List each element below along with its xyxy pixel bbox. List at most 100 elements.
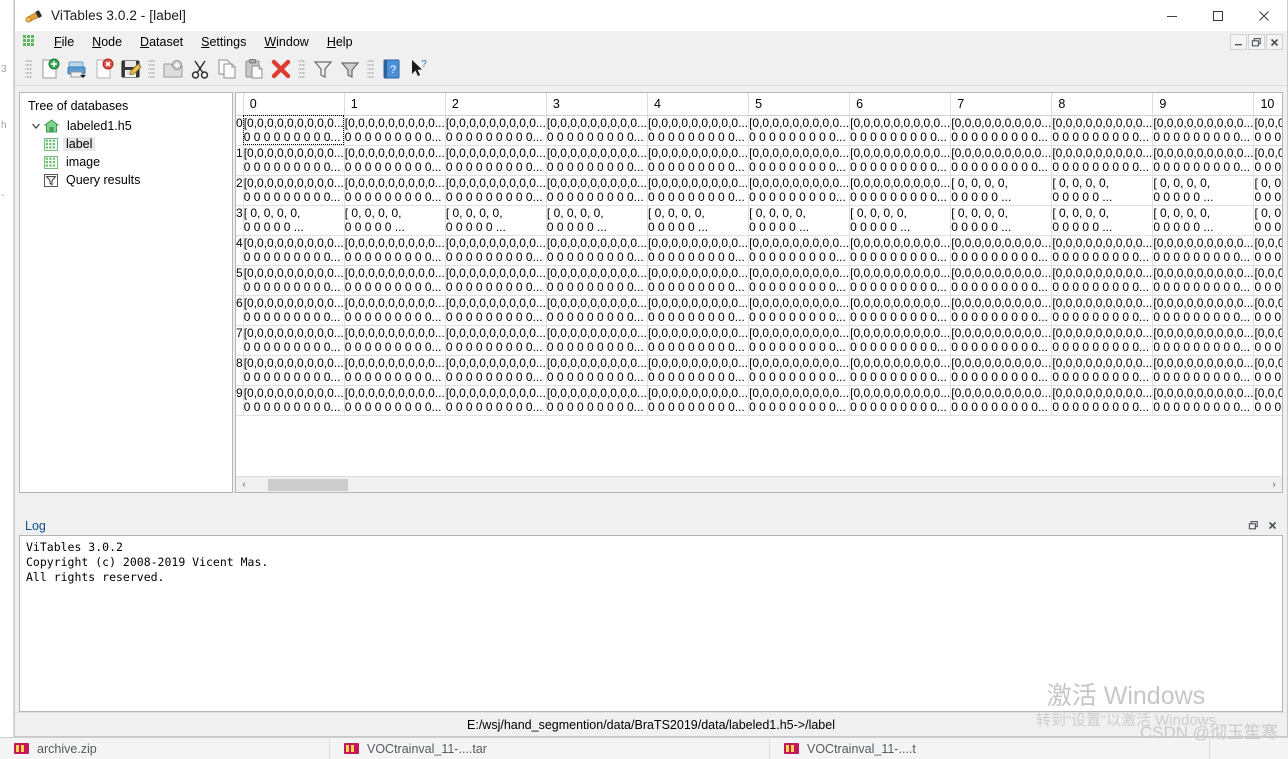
copy-button[interactable]: [213, 56, 240, 83]
scrollbar-thumb[interactable]: [268, 478, 348, 491]
table-cell[interactable]: [ 0, 0, 0, 0,0 0 0 0 0 ...: [1051, 175, 1154, 206]
table-cell[interactable]: [0,0,0,0,0,0,0,0,0...0 0 0 0 0 0 0 0 0..…: [1152, 265, 1255, 296]
new-group-button[interactable]: [159, 56, 186, 83]
table-cell[interactable]: [0,0,0,0,0,0,0,0,0...0 0 0 0 0 0 0 0 0..…: [243, 145, 345, 176]
table-cell[interactable]: [0,0,0,0,0,0,0,0,0...0 0 0 0 0 0 0 0 0..…: [445, 235, 547, 266]
menu-help[interactable]: Help: [318, 33, 362, 51]
table-cell[interactable]: [0,0,0,0,0,0,0,0,0...0 0 0 0 0 0 0 0 0..…: [445, 145, 547, 176]
toolbar-handle[interactable]: [25, 58, 32, 80]
row-header-3[interactable]: 3: [236, 205, 244, 236]
table-cell[interactable]: [0,0,0,0,0,0,0,0,0...0 0 0 0 0 0 0 0 0..…: [546, 175, 649, 206]
download-item[interactable]: VOCtrainval_11-....t: [770, 737, 1210, 759]
table-cell[interactable]: [0,0,0,0,0,0,0,0,0...0 0 0 0 0 0 0 0 0..…: [950, 235, 1053, 266]
table-cell[interactable]: [0,0,0,0,0,0,0,0,0...0 0 0 0 0 0 0 0 0..…: [445, 295, 547, 326]
table-cell[interactable]: [0,0,0,0,0,0,0,0,0...0 0 0 0 0 0 0 0 0..…: [344, 175, 446, 206]
table-cell[interactable]: [0,0,0,0,0,0,0,0,0...0 0 0 0 0 0 0 0 0..…: [344, 355, 446, 386]
table-cell[interactable]: [ 0, 0, 0, 0,0 0 0 0 0 ...: [243, 205, 345, 236]
table-cell[interactable]: [0,0,0,0,0,0,0,0,0...0 0 0 0 0 0 0 0 0..…: [546, 235, 649, 266]
table-cell[interactable]: [0,0,0,0,0,0,0,0,0...0 0 0 0 0 0 0 0 0..…: [445, 355, 547, 386]
whats-this-button[interactable]: ?: [405, 56, 432, 83]
table-cell[interactable]: [0,0,0,0,0,0,0,0,0...0 0 0 0 0 0 0 0 0..…: [647, 355, 750, 386]
table-cell[interactable]: [0,0,0,0,0,0,0,0,0...0 0 0 0 0 0 0 0 0..…: [647, 115, 750, 146]
table-cell[interactable]: [0,0,0,0,0,0,0,0,0...0 0 0 0 0 0 0 0 0..…: [1152, 115, 1255, 146]
table-cell[interactable]: [0,0,0,0,0,0,0,0,0...0 0 0 0 0 0 0 0 0..…: [849, 325, 952, 356]
help-button[interactable]: ?: [378, 56, 405, 83]
table-cell[interactable]: [ 0, 0, 0, 0,0 0 0 0 0 ...: [1051, 205, 1154, 236]
minimize-button[interactable]: [1149, 0, 1195, 31]
column-header-2[interactable]: 2: [445, 93, 547, 116]
table-cell[interactable]: [0,0,0,0,0,0,0,0,0...0 0 0 0 0 0 0 0 0..…: [1152, 235, 1255, 266]
table-cell[interactable]: [0,0,0,0,0,0,0,0,0...0 0 0 0 0 0 0 0 0..…: [243, 235, 345, 266]
tree-item-image-dataset[interactable]: image: [28, 153, 232, 171]
table-cell[interactable]: [0,0,0,0,0,0,0,0,0...0 0 0 0 0 0 0 0 0..…: [849, 265, 952, 296]
table-cell[interactable]: [0,0,0,0,0,0,0,0,0...0 0 0 0 0 0 0 0 0..…: [1051, 145, 1154, 176]
table-cell[interactable]: [0,0,0,0,0,0,0,0,0...0 0 0 0 0 0 0 0 0..…: [647, 175, 750, 206]
cut-button[interactable]: [186, 56, 213, 83]
table-cell[interactable]: [0,0,0,0,0,0,0,0,0...0 0 0 0 0 0 0 0 0..…: [849, 175, 952, 206]
table-cell[interactable]: [0,0,0,0,0,0,0,0,0...0 0 0 0 0 0 0 0 0..…: [1253, 325, 1282, 356]
column-header-10[interactable]: 10: [1253, 93, 1282, 116]
table-cell[interactable]: [0,0,0,0,0,0,0,0,0...0 0 0 0 0 0 0 0 0..…: [647, 145, 750, 176]
table-cell[interactable]: [0,0,0,0,0,0,0,0,0...0 0 0 0 0 0 0 0 0..…: [445, 265, 547, 296]
table-cell[interactable]: [0,0,0,0,0,0,0,0,0...0 0 0 0 0 0 0 0 0..…: [748, 115, 851, 146]
table-cell[interactable]: [0,0,0,0,0,0,0,0,0...0 0 0 0 0 0 0 0 0..…: [748, 355, 851, 386]
table-cell[interactable]: [0,0,0,0,0,0,0,0,0...0 0 0 0 0 0 0 0 0..…: [243, 115, 345, 146]
table-cell[interactable]: [0,0,0,0,0,0,0,0,0...0 0 0 0 0 0 0 0 0..…: [1051, 355, 1154, 386]
table-cell[interactable]: [ 0, 0, 0, 0,0 0 0 0 0 ...: [849, 205, 952, 236]
table-cell[interactable]: [0,0,0,0,0,0,0,0,0...0 0 0 0 0 0 0 0 0..…: [748, 175, 851, 206]
menu-file[interactable]: File: [45, 33, 83, 51]
table-cell[interactable]: [0,0,0,0,0,0,0,0,0...0 0 0 0 0 0 0 0 0..…: [1152, 145, 1255, 176]
table-cell[interactable]: [ 0, 0, 0, 0,0 0 0 0 0 ...: [950, 205, 1053, 236]
column-header-8[interactable]: 8: [1051, 93, 1154, 116]
mdi-restore-button[interactable]: [1248, 34, 1265, 50]
table-cell[interactable]: [0,0,0,0,0,0,0,0,0...0 0 0 0 0 0 0 0 0..…: [1051, 385, 1154, 416]
row-header-4[interactable]: 4: [236, 235, 244, 266]
row-header-9[interactable]: 9: [236, 385, 244, 416]
table-cell[interactable]: [0,0,0,0,0,0,0,0,0...0 0 0 0 0 0 0 0 0..…: [1051, 265, 1154, 296]
table-cell[interactable]: [0,0,0,0,0,0,0,0,0...0 0 0 0 0 0 0 0 0..…: [748, 145, 851, 176]
table-cell[interactable]: [0,0,0,0,0,0,0,0,0...0 0 0 0 0 0 0 0 0..…: [849, 355, 952, 386]
column-header-5[interactable]: 5: [748, 93, 851, 116]
table-cell[interactable]: [0,0,0,0,0,0,0,0,0...0 0 0 0 0 0 0 0 0..…: [950, 145, 1053, 176]
table-cell[interactable]: [0,0,0,0,0,0,0,0,0...0 0 0 0 0 0 0 0 0..…: [647, 295, 750, 326]
table-cell[interactable]: [0,0,0,0,0,0,0,0,0...0 0 0 0 0 0 0 0 0..…: [950, 265, 1053, 296]
maximize-button[interactable]: [1195, 0, 1241, 31]
table-cell[interactable]: [0,0,0,0,0,0,0,0,0...0 0 0 0 0 0 0 0 0..…: [344, 325, 446, 356]
table-cell[interactable]: [0,0,0,0,0,0,0,0,0...0 0 0 0 0 0 0 0 0..…: [1051, 115, 1154, 146]
table-cell[interactable]: [0,0,0,0,0,0,0,0,0...0 0 0 0 0 0 0 0 0..…: [243, 295, 345, 326]
table-cell[interactable]: [0,0,0,0,0,0,0,0,0...0 0 0 0 0 0 0 0 0..…: [748, 295, 851, 326]
table-cell[interactable]: [0,0,0,0,0,0,0,0,0...0 0 0 0 0 0 0 0 0..…: [748, 265, 851, 296]
new-file-button[interactable]: [36, 56, 63, 83]
table-cell[interactable]: [0,0,0,0,0,0,0,0,0...0 0 0 0 0 0 0 0 0..…: [1051, 295, 1154, 326]
table-cell[interactable]: [0,0,0,0,0,0,0,0,0...0 0 0 0 0 0 0 0 0..…: [546, 355, 649, 386]
menu-node[interactable]: Node: [83, 33, 131, 51]
log-float-button[interactable]: [1245, 517, 1262, 533]
toolbar-handle[interactable]: [367, 58, 374, 80]
table-cell[interactable]: [ 0, 0, 0, 0,0 0 0 0 0 ...: [1152, 175, 1255, 206]
column-header-0[interactable]: 0: [243, 93, 345, 116]
table-cell[interactable]: [0,0,0,0,0,0,0,0,0...0 0 0 0 0 0 0 0 0..…: [1253, 145, 1282, 176]
table-cell[interactable]: [0,0,0,0,0,0,0,0,0...0 0 0 0 0 0 0 0 0..…: [1152, 355, 1255, 386]
table-cell[interactable]: [ 0, 0, 0, 0,0 0 0 0 0 ...: [647, 205, 750, 236]
row-header-7[interactable]: 7: [236, 325, 244, 356]
row-header-0[interactable]: 0: [236, 115, 244, 146]
paste-button[interactable]: [240, 56, 267, 83]
table-cell[interactable]: [0,0,0,0,0,0,0,0,0...0 0 0 0 0 0 0 0 0..…: [950, 325, 1053, 356]
close-file-button[interactable]: [90, 56, 117, 83]
table-cell[interactable]: [0,0,0,0,0,0,0,0,0...0 0 0 0 0 0 0 0 0..…: [1152, 295, 1255, 326]
table-cell[interactable]: [0,0,0,0,0,0,0,0,0...0 0 0 0 0 0 0 0 0..…: [748, 385, 851, 416]
table-cell[interactable]: [0,0,0,0,0,0,0,0,0...0 0 0 0 0 0 0 0 0..…: [546, 265, 649, 296]
row-header-2[interactable]: 2: [236, 175, 244, 206]
table-cell[interactable]: [ 0, 0, 0, 0,0 0 0 0 0 ...: [546, 205, 649, 236]
column-header-4[interactable]: 4: [647, 93, 750, 116]
log-output[interactable]: ViTables 3.0.2 Copyright (c) 2008-2019 V…: [19, 535, 1283, 712]
query-button[interactable]: [309, 56, 336, 83]
table-cell[interactable]: [0,0,0,0,0,0,0,0,0...0 0 0 0 0 0 0 0 0..…: [950, 115, 1053, 146]
menu-dataset[interactable]: Dataset: [131, 33, 192, 51]
table-cell[interactable]: [0,0,0,0,0,0,0,0,0...0 0 0 0 0 0 0 0 0..…: [950, 295, 1053, 326]
table-cell[interactable]: [0,0,0,0,0,0,0,0,0...0 0 0 0 0 0 0 0 0..…: [344, 295, 446, 326]
delete-button[interactable]: [267, 56, 294, 83]
table-cell[interactable]: [0,0,0,0,0,0,0,0,0...0 0 0 0 0 0 0 0 0..…: [647, 235, 750, 266]
table-cell[interactable]: [0,0,0,0,0,0,0,0,0...0 0 0 0 0 0 0 0 0..…: [445, 115, 547, 146]
menu-window[interactable]: Window: [255, 33, 317, 51]
